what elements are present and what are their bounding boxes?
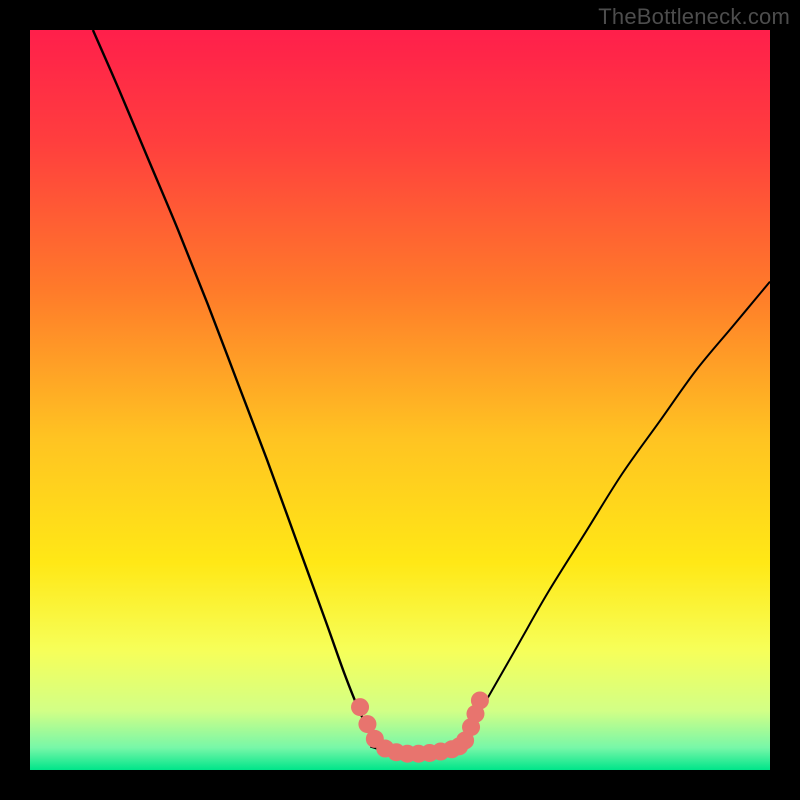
watermark-text: TheBottleneck.com (598, 4, 790, 30)
chart-stage: TheBottleneck.com (0, 0, 800, 800)
marker-dot (351, 698, 369, 716)
marker-dot (471, 691, 489, 709)
bottleneck-chart (0, 0, 800, 800)
